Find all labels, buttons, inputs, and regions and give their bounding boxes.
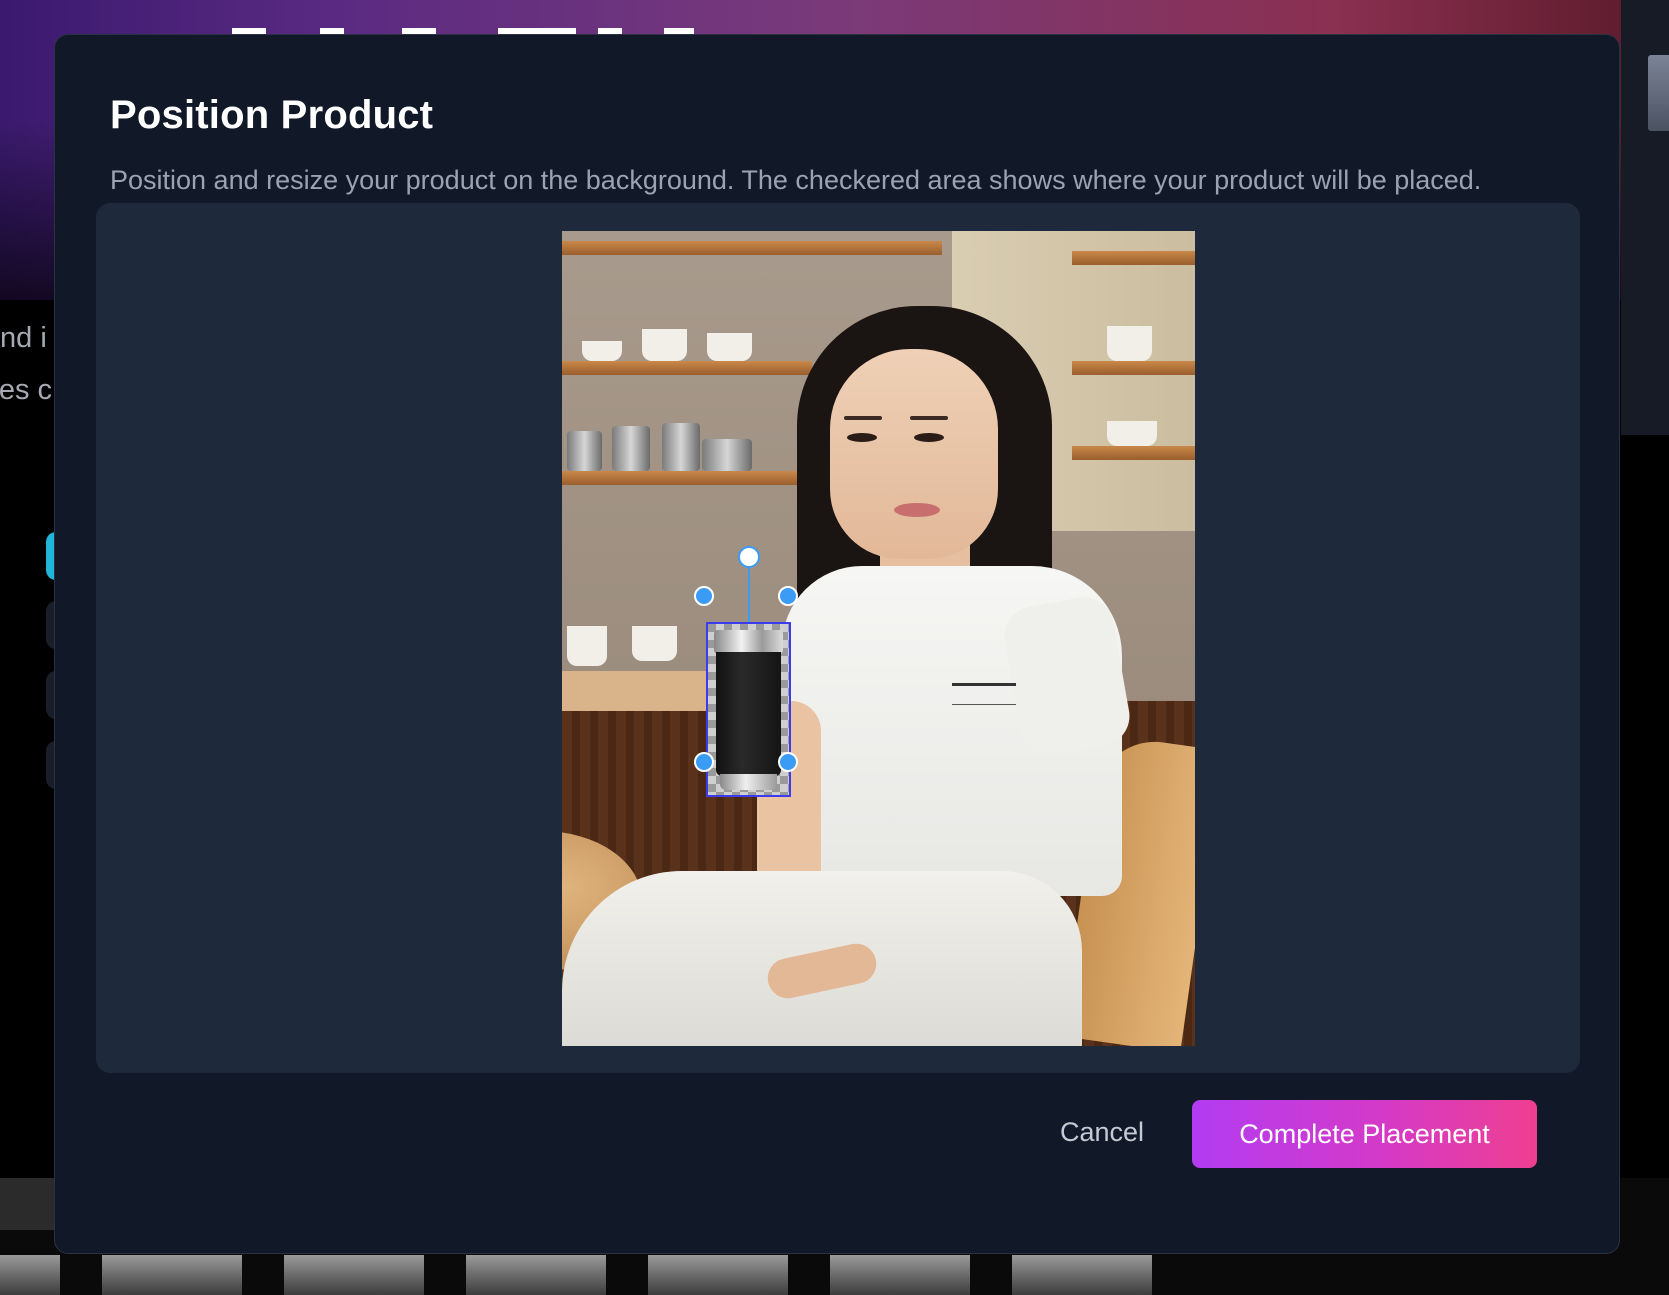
resize-handle-bottom-right[interactable] — [778, 752, 798, 772]
background-strip-header — [0, 1178, 60, 1230]
background-thumbnail — [830, 1255, 970, 1295]
background-text-line: es c — [0, 374, 52, 406]
rotate-connector — [748, 567, 750, 623]
background-photo — [562, 231, 1195, 1046]
placement-canvas — [96, 203, 1580, 1073]
resize-handle-bottom-left[interactable] — [694, 752, 714, 772]
background-side-thumbnail — [1648, 55, 1669, 131]
background-thumbnail — [284, 1255, 424, 1295]
background-thumbnail — [466, 1255, 606, 1295]
resize-handle-top-left[interactable] — [694, 586, 714, 606]
background-thumbnail — [1012, 1255, 1152, 1295]
background-thumbnail — [648, 1255, 788, 1295]
dialog-description: Position and resize your product on the … — [110, 165, 1482, 195]
cancel-button[interactable]: Cancel — [1037, 1100, 1167, 1164]
complete-placement-button[interactable]: Complete Placement — [1192, 1100, 1537, 1168]
resize-handle-top-right[interactable] — [778, 586, 798, 606]
product-placement-box[interactable] — [706, 622, 791, 797]
shirt-logo — [952, 683, 1016, 705]
position-product-dialog: Position Product Position and resize you… — [54, 34, 1620, 1254]
rotate-handle-icon[interactable] — [738, 546, 760, 568]
background-text-line: nd i — [0, 322, 47, 354]
background-thumbnail — [102, 1255, 242, 1295]
product-tumbler-image — [708, 624, 789, 795]
background-thumbnail — [0, 1255, 60, 1295]
dialog-title: Position Product — [110, 93, 434, 137]
